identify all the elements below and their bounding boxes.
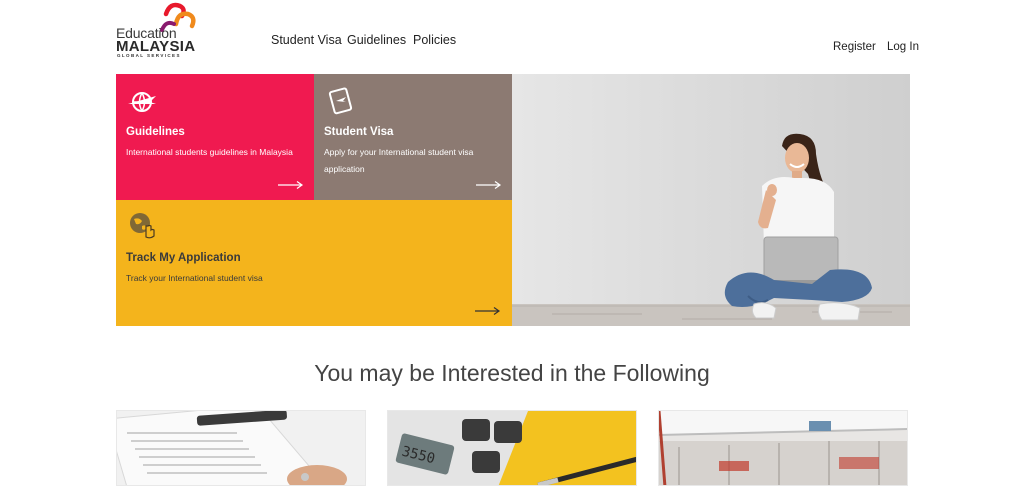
logo-text-global: GLOBAL SERVICES [117,53,181,58]
tile-track-application[interactable]: Track My Application Track your Internat… [116,200,512,326]
tile-student-visa[interactable]: Student Visa Apply for your Internationa… [314,74,512,200]
tile-title: Student Visa [324,126,394,138]
section-title: You may be Interested in the Following [314,360,710,386]
student-with-laptop-illustration [512,74,910,326]
building-interior-photo [659,411,907,485]
login-link[interactable]: Log In [887,41,919,53]
arrow-right-icon [278,181,304,189]
calculator-pen-photo: 3550 [388,411,636,485]
site-logo[interactable]: Education MALAYSIA GLOBAL SERVICES [116,0,206,60]
globe-plane-icon [128,92,156,112]
card-documents[interactable] [116,410,366,486]
globe-hand-icon [130,213,155,239]
nav-guidelines[interactable]: Guidelines [347,33,406,47]
tile-title: Track My Application [126,252,241,264]
documents-pen-photo [117,411,365,485]
arrow-right-icon [476,181,502,189]
tile-description: Apply for your International student vis… [324,147,474,174]
card-calculator[interactable]: 3550 [387,410,637,486]
nav-policies[interactable]: Policies [413,33,456,47]
tile-title: Guidelines [126,126,185,138]
tile-description: International students guidelines in Mal… [126,147,293,157]
card-building[interactable] [658,410,908,486]
arrow-right-icon [475,307,501,315]
tile-description: Track your International student visa [126,273,263,283]
passport-icon [328,87,353,115]
register-link[interactable]: Register [833,41,876,53]
hero-student-photo [512,74,910,326]
tile-guidelines[interactable]: Guidelines International students guidel… [116,74,314,200]
nav-student-visa[interactable]: Student Visa [271,33,342,47]
